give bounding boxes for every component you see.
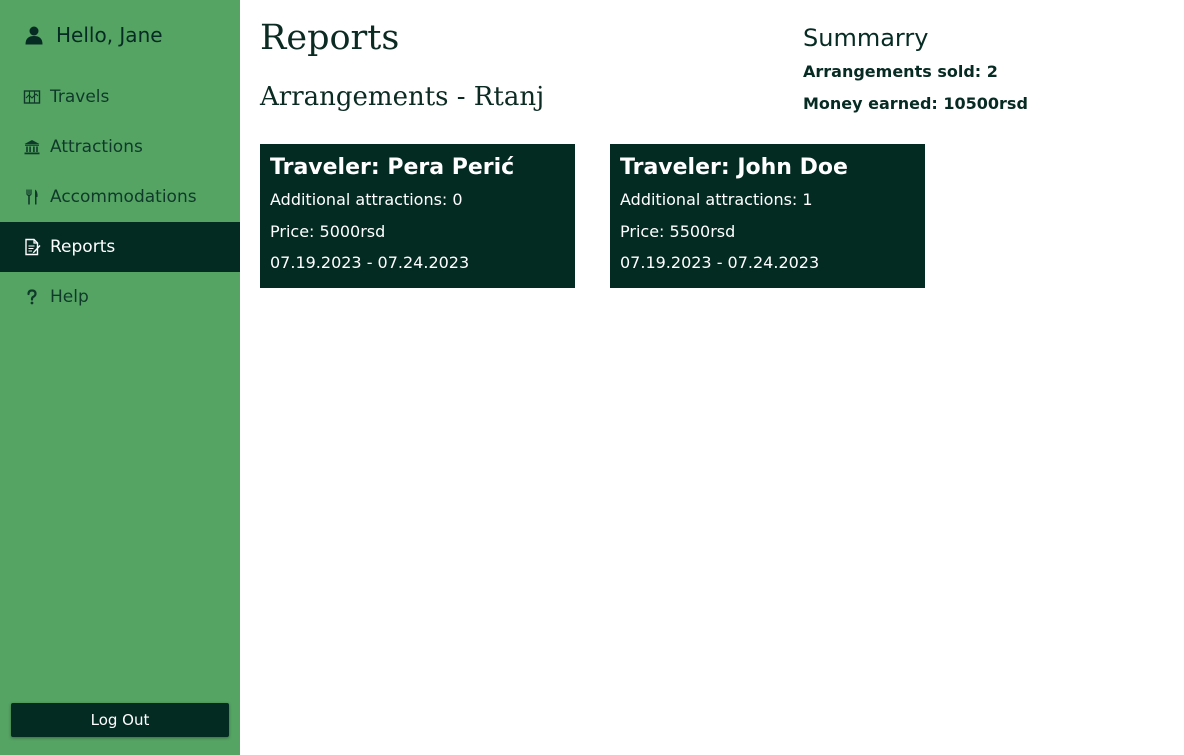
summary-title: Summarry [803,24,929,52]
page-subtitle: Arrangements - Rtanj [260,82,545,112]
card-dates: 07.19.2023 - 07.24.2023 [270,253,470,272]
money-earned: Money earned: 10500rsd [803,94,1028,113]
sidebar-item-travels[interactable]: Travels [0,72,240,122]
sidebar-item-attractions[interactable]: Attractions [0,122,240,172]
sidebar-item-label: Travels [50,87,110,107]
user-icon [25,26,43,45]
card-traveler: Traveler: Pera Perić [270,155,515,180]
sidebar-item-label: Help [50,287,89,307]
sidebar-nav: Travels Attractions Accommodations Repor… [0,72,240,322]
sidebar-item-label: Reports [50,237,116,257]
card-additional-attractions: Additional attractions: 0 [270,190,463,209]
sidebar-item-help[interactable]: Help [0,272,240,322]
greeting-text: Hello, Jane [56,23,163,47]
arrangement-card: Traveler: Pera Perić Additional attracti… [260,144,575,288]
arrangements-sold: Arrangements sold: 2 [803,62,998,81]
page-title: Reports [260,18,400,58]
user-greeting: Hello, Jane [24,20,163,50]
app: Hello, Jane Travels Attractions Accommod… [0,0,1184,755]
fork-knife-icon [23,188,41,206]
card-price: Price: 5000rsd [270,221,386,241]
report-icon [23,238,41,256]
card-price: Price: 5500rsd [620,221,736,241]
sidebar-item-accommodations[interactable]: Accommodations [0,172,240,222]
sidebar-item-label: Attractions [50,137,143,157]
map-icon [23,88,41,106]
sidebar-item-reports[interactable]: Reports [0,222,240,272]
card-dates: 07.19.2023 - 07.24.2023 [620,253,820,272]
sidebar-item-label: Accommodations [50,187,197,207]
summary-panel: Summarry Arrangements sold: 2 Money earn… [803,22,1028,120]
card-traveler: Traveler: John Doe [620,155,848,180]
question-icon [23,288,41,306]
sidebar: Hello, Jane Travels Attractions Accommod… [0,0,240,755]
card-additional-attractions: Additional attractions: 1 [620,190,813,209]
museum-icon [23,138,41,156]
logout-button[interactable]: Log Out [11,703,229,737]
arrangement-card: Traveler: John Doe Additional attraction… [610,144,925,288]
